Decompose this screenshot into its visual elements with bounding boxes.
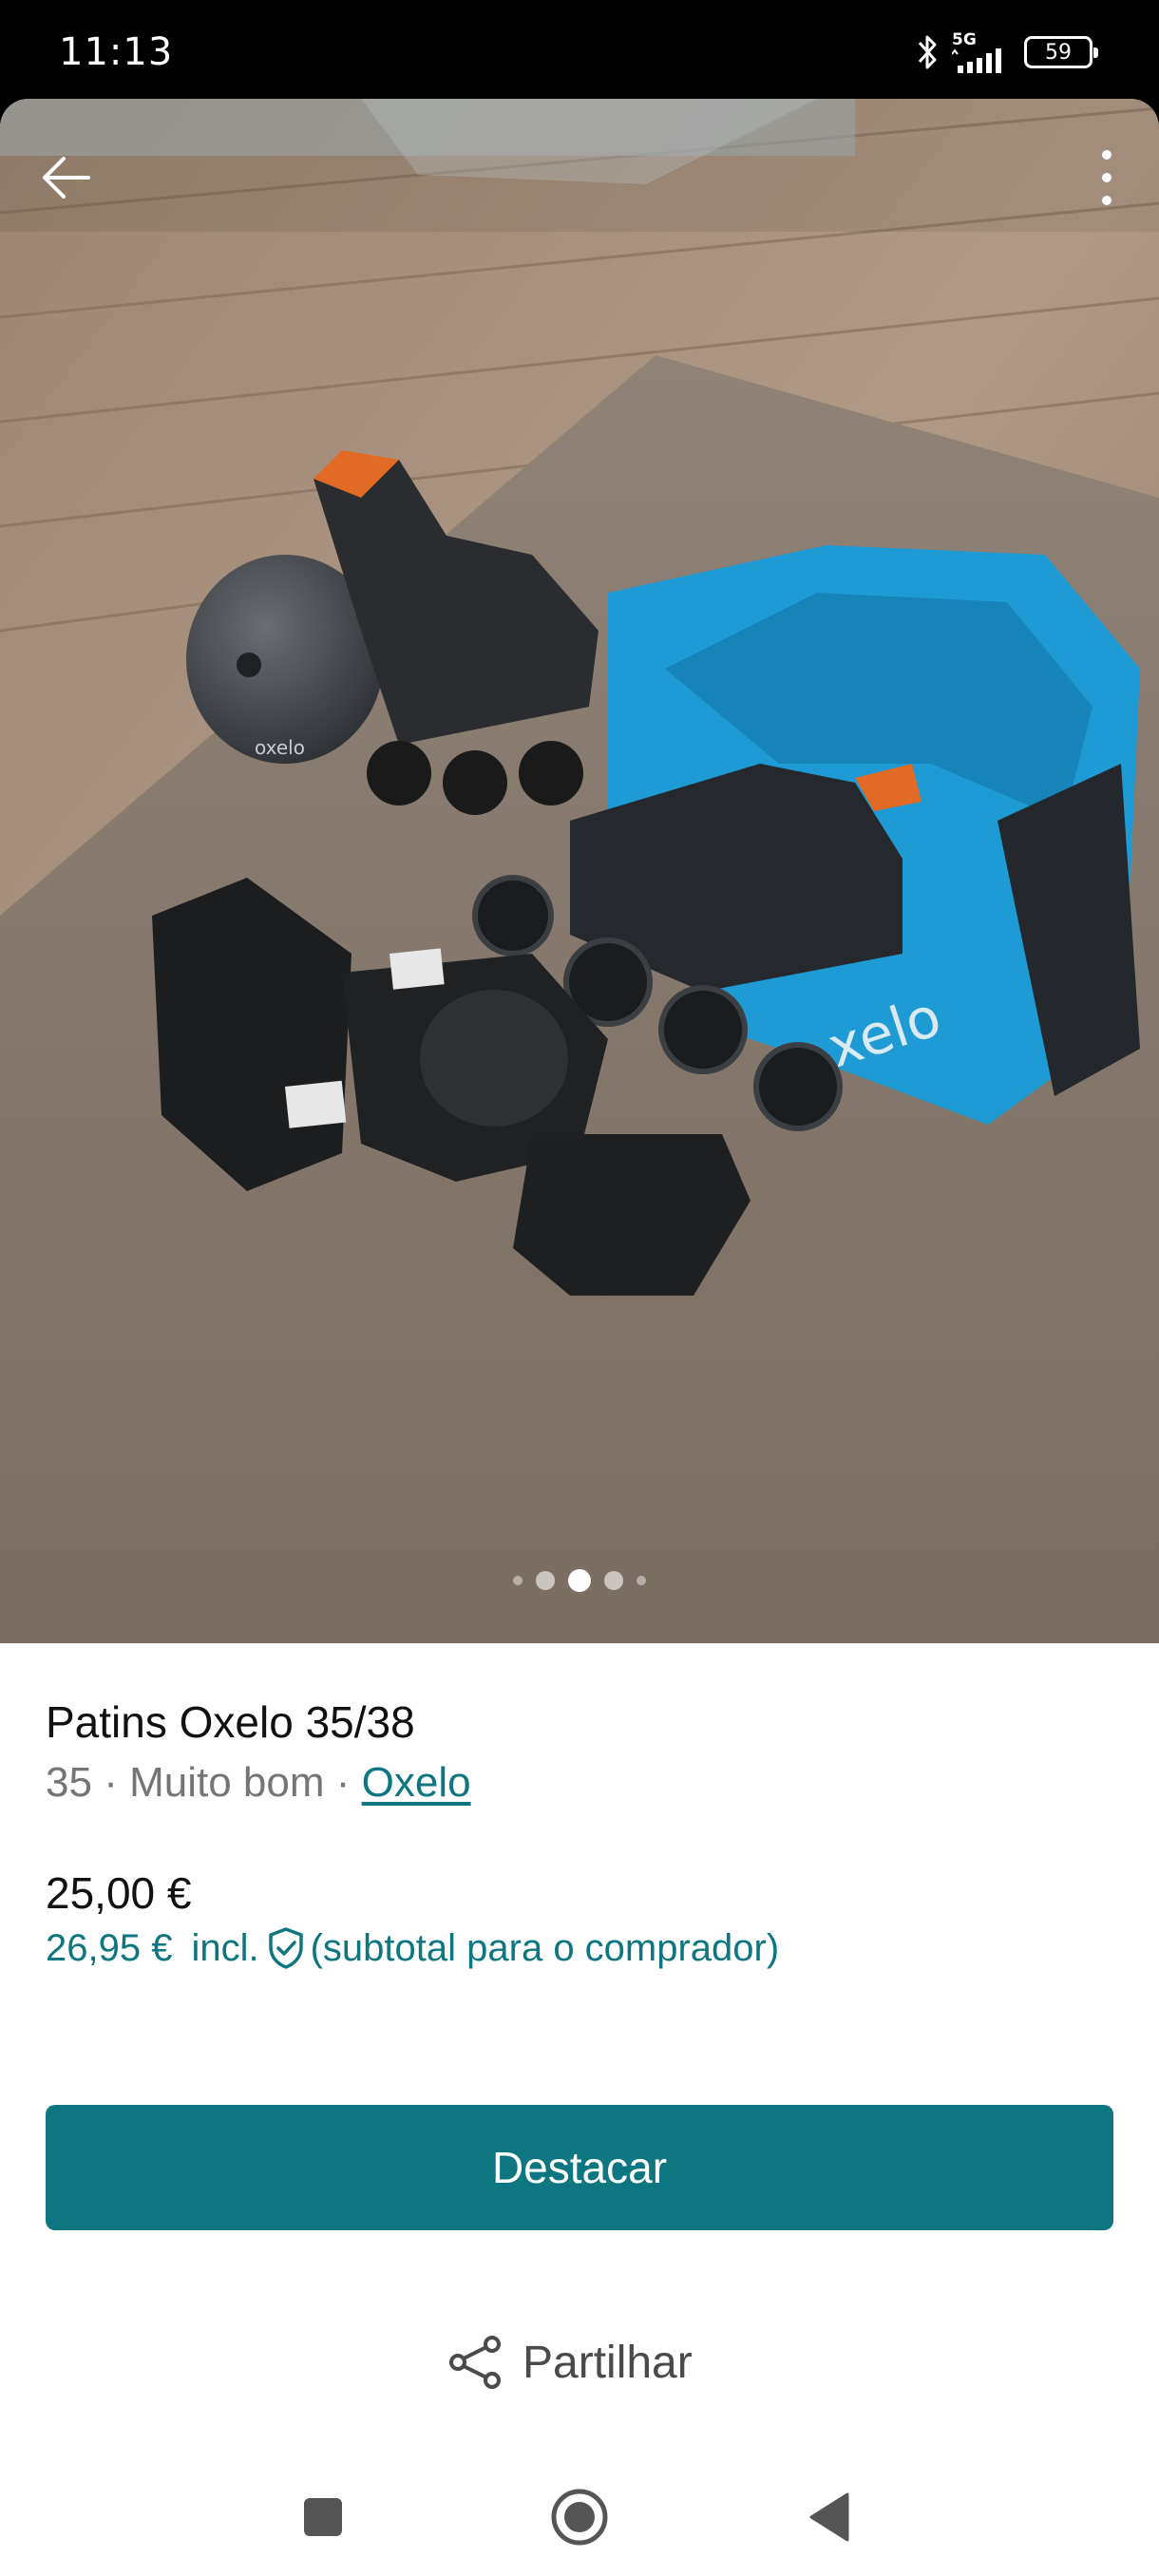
share-icon (449, 2336, 501, 2389)
back-button[interactable] (23, 135, 108, 220)
destacar-label: Destacar (491, 2143, 668, 2192)
share-button[interactable]: Partilhar (446, 2320, 693, 2405)
more-vertical-icon (1102, 150, 1112, 205)
listing-size: 35 (46, 1759, 92, 1806)
battery-level: 59 (1045, 40, 1072, 65)
pager-dot[interactable] (536, 1571, 555, 1590)
destacar-button[interactable]: Destacar (46, 2105, 1113, 2230)
status-time: 11:13 (59, 30, 174, 74)
shield-check-icon (268, 1927, 303, 1969)
listing-price: 25,00 € (46, 1868, 192, 1918)
gallery-pager[interactable] (0, 1569, 1159, 1592)
more-options-button[interactable] (1064, 135, 1150, 220)
pager-dot[interactable] (568, 1569, 591, 1592)
recents-button[interactable] (280, 2474, 366, 2560)
listing-title: Patins Oxelo 35/38 (46, 1697, 415, 1747)
share-label: Partilhar (522, 2337, 693, 2388)
meta-separator: · (104, 1759, 118, 1806)
svg-text:oxelo: oxelo (255, 736, 305, 759)
battery-icon: 59 (1024, 36, 1098, 68)
listing-condition: Muito bom (129, 1759, 325, 1806)
network-indicator: 5G (952, 29, 1011, 73)
system-nav-bar (0, 2458, 1159, 2576)
listing-meta: 35 · Muito bom · Oxelo (46, 1759, 471, 1807)
arrow-left-icon (43, 157, 90, 199)
home-button[interactable] (537, 2474, 622, 2560)
buyer-price: 26,95 € (46, 1926, 173, 1969)
product-photo[interactable]: oxelo xelo (0, 99, 1159, 1643)
meta-separator: · (335, 1759, 351, 1806)
buyer-price-info[interactable]: 26,95 € incl. (subtotal para o comprador… (46, 1926, 779, 1970)
circle-icon (551, 2489, 608, 2546)
network-type-label: 5G (952, 29, 977, 49)
status-icons: 5G 59 (916, 29, 1098, 74)
signal-icon (952, 47, 1001, 73)
nav-back-button[interactable] (787, 2474, 872, 2560)
pager-dot[interactable] (604, 1571, 623, 1590)
triangle-back-icon (809, 2492, 849, 2542)
incl-label: incl. (191, 1926, 259, 1969)
pager-dot[interactable] (513, 1576, 522, 1585)
pager-dot[interactable] (636, 1576, 646, 1585)
status-bar: 11:13 5G 59 (0, 0, 1159, 104)
square-icon (304, 2498, 342, 2536)
bluetooth-icon (918, 35, 937, 69)
brand-link[interactable]: Oxelo (362, 1759, 471, 1806)
listing-details: Patins Oxelo 35/38 35 · Muito bom · Oxel… (0, 1643, 1159, 2576)
product-image: oxelo xelo (0, 99, 1159, 1643)
buyer-note: (subtotal para o comprador) (310, 1926, 780, 1969)
